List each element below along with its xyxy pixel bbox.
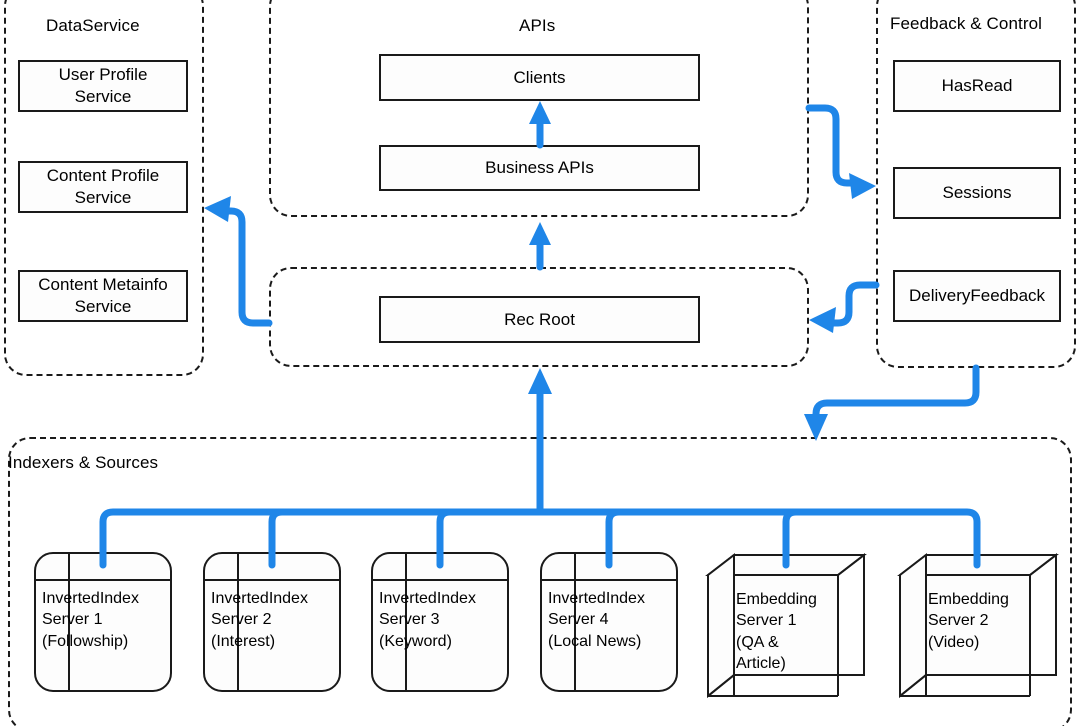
node-business-apis[interactable]: Business APIs	[379, 145, 700, 191]
node-label: InvertedIndex Server 1 (Followship)	[42, 590, 139, 650]
node-sessions[interactable]: Sessions	[893, 167, 1061, 219]
group-data-service-title: DataService	[46, 16, 140, 35]
node-clients[interactable]: Clients	[379, 54, 700, 101]
node-label: Embedding Server 2 (Video)	[928, 591, 1009, 651]
wire-rec-root-to-apis	[529, 222, 551, 271]
node-rec-root[interactable]: Rec Root	[379, 296, 700, 343]
group-indexers-sources-title: Indexers & Sources	[8, 453, 159, 472]
wire-feedback-control-to-indexers	[804, 364, 980, 441]
node-has-read[interactable]: HasRead	[893, 60, 1061, 112]
node-embedding-server-1[interactable]: Embedding Server 1 (QA & Article)	[705, 552, 867, 699]
wire-apis-to-feedback-control	[805, 104, 876, 199]
node-invertedindex-server-4[interactable]: InvertedIndex Server 4 (Local News)	[540, 552, 678, 692]
node-invertedindex-server-1[interactable]: InvertedIndex Server 1 (Followship)	[34, 552, 172, 692]
node-content-metainfo-service[interactable]: Content Metainfo Service	[18, 270, 188, 322]
group-feedback-control-title: Feedback & Control	[890, 14, 1043, 33]
architecture-diagram: DataService User Profile Service Content…	[0, 0, 1080, 726]
node-label: InvertedIndex Server 4 (Local News)	[548, 590, 645, 650]
node-content-profile-service[interactable]: Content Profile Service	[18, 161, 188, 213]
wire-rec-root-to-data-service	[204, 196, 273, 327]
wire-feedback-control-to-rec-root	[809, 281, 880, 333]
node-user-profile-service[interactable]: User Profile Service	[18, 60, 188, 112]
node-invertedindex-server-3[interactable]: InvertedIndex Server 3 (Keyword)	[371, 552, 509, 692]
node-delivery-feedback[interactable]: DeliveryFeedback	[893, 270, 1061, 322]
node-label: InvertedIndex Server 2 (Interest)	[211, 590, 308, 650]
node-embedding-server-2[interactable]: Embedding Server 2 (Video)	[897, 552, 1059, 699]
node-invertedindex-server-2[interactable]: InvertedIndex Server 2 (Interest)	[203, 552, 341, 692]
node-label: InvertedIndex Server 3 (Keyword)	[379, 590, 476, 650]
node-label: Embedding Server 1 (QA & Article)	[736, 591, 817, 672]
group-apis-title: APIs	[519, 16, 556, 35]
